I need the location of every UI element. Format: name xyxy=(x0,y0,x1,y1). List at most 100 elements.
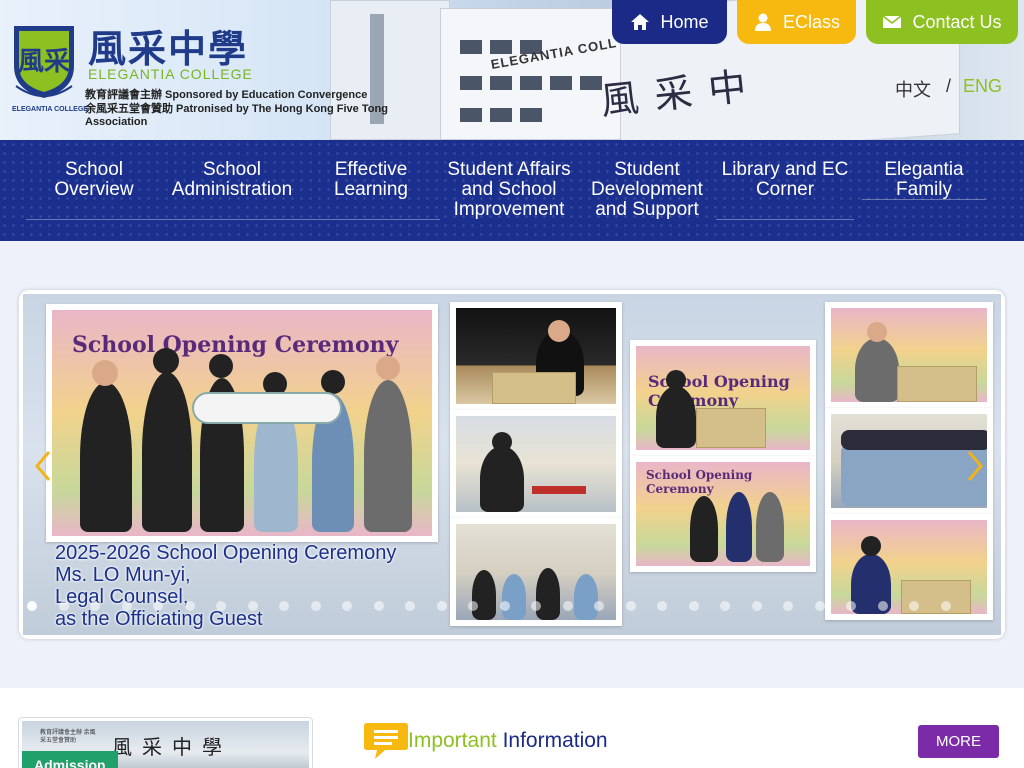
language-english-link[interactable]: ENG xyxy=(963,76,1002,97)
nav-divider xyxy=(302,219,440,220)
eclass-button[interactable]: EClass xyxy=(737,0,856,44)
carousel-dot[interactable] xyxy=(783,601,793,611)
carousel-prev-arrow-icon[interactable] xyxy=(33,450,53,482)
heading-part-information: Information xyxy=(502,729,608,752)
nav-divider xyxy=(26,219,162,220)
photo-banner-text: School Opening Ceremony xyxy=(72,332,399,358)
nav-label-line: School xyxy=(64,159,124,180)
nav-label-line: School xyxy=(202,159,262,180)
carousel-dot[interactable] xyxy=(216,601,226,611)
main-navigation: School Overview School Administration Ef… xyxy=(0,140,1024,241)
school-logo[interactable]: 風采 ELEGANTIA COLLEGE 風采中學 ELEGANTIA COLL… xyxy=(10,18,450,128)
heading-part-important: Important xyxy=(408,729,497,752)
nav-label-line: Learning xyxy=(334,179,408,200)
carousel-dot[interactable] xyxy=(247,601,258,611)
carousel-dot[interactable] xyxy=(594,601,604,611)
caption-line: Ms. LO Mun-yi, xyxy=(55,564,191,586)
nav-label-line: Student xyxy=(614,159,680,180)
home-button-label: Home xyxy=(660,11,709,32)
nav-label-line: Administration xyxy=(171,179,293,200)
carousel-dot[interactable] xyxy=(405,601,415,611)
carousel-dot[interactable] xyxy=(342,601,352,611)
carousel-dot[interactable] xyxy=(468,601,478,611)
language-separator: / xyxy=(946,76,952,96)
carousel-dot[interactable] xyxy=(531,601,541,611)
language-chinese-link[interactable]: 中文 xyxy=(895,76,931,102)
carousel-dot[interactable] xyxy=(90,601,100,611)
carousel-photo-podium xyxy=(450,302,622,410)
contact-us-button[interactable]: Contact Us xyxy=(866,0,1018,44)
carousel-dot[interactable] xyxy=(909,601,919,611)
nav-label-line: Student Affairs xyxy=(447,159,571,180)
nav-divider xyxy=(862,199,986,200)
home-button[interactable]: Home xyxy=(612,0,727,44)
nav-label-line: Improvement xyxy=(453,199,565,220)
envelope-icon xyxy=(882,15,902,28)
nav-school-administration[interactable]: School Administration xyxy=(162,159,302,220)
user-icon xyxy=(754,13,771,31)
carousel-pagination-dots xyxy=(19,601,1005,615)
header-banner: ELEGANTIA COLL 風采中 風采 ELEGANTIA COLLEGE … xyxy=(0,0,1024,140)
giant-key-prop xyxy=(192,392,342,424)
carousel-next-arrow-icon[interactable] xyxy=(965,450,985,482)
more-button[interactable]: MORE xyxy=(918,725,999,758)
nav-student-affairs[interactable]: Student Affairs and School Improvement xyxy=(440,160,578,220)
patron-line: 余風采五堂會贊助 Patronised by The Hong Kong Fiv… xyxy=(85,103,388,128)
carousel-photo-principal xyxy=(825,302,993,408)
admission-image: 教育評議會主辦 余風采五堂會贊助 風采中學 Admission xyxy=(22,721,309,768)
carousel-dot[interactable] xyxy=(58,601,69,611)
chat-bubble-icon xyxy=(364,723,408,759)
caption-line: 2025-2026 School Opening Ceremony xyxy=(55,542,397,564)
carousel-dot[interactable] xyxy=(814,601,825,611)
content-section: 教育評議會主辦 余風采五堂會贊助 風采中學 Admission Importan… xyxy=(0,688,1024,768)
nav-library-ec-corner[interactable]: Library and EC Corner xyxy=(716,160,854,220)
admission-sign-small: 教育評議會主辦 余風采五堂會贊助 xyxy=(40,730,96,744)
carousel-dot[interactable] xyxy=(846,601,856,611)
nav-label-line: and Support xyxy=(595,199,699,220)
carousel-dot[interactable] xyxy=(153,601,163,611)
nav-divider xyxy=(716,219,854,220)
contact-us-button-label: Contact Us xyxy=(912,11,1002,32)
carousel-photo-stage-speech: School Opening Ceremony xyxy=(630,340,816,456)
carousel-dot[interactable] xyxy=(310,601,321,611)
carousel-dot[interactable] xyxy=(657,601,667,611)
eclass-button-label: EClass xyxy=(782,11,840,32)
crest-label: ELEGANTIA COLLEGE xyxy=(12,106,88,113)
admission-label: Admission xyxy=(22,751,118,768)
photo-banner-text: School Opening Ceremony xyxy=(646,468,753,496)
nav-student-development[interactable]: Student Development and Support xyxy=(578,160,716,220)
carousel-dot[interactable] xyxy=(184,601,195,611)
carousel-dot[interactable] xyxy=(279,601,289,611)
slide-caption: 2025-2026 School Opening Ceremony Ms. LO… xyxy=(55,542,435,630)
carousel-dot[interactable] xyxy=(121,601,132,611)
nav-label-line: Corner xyxy=(755,179,815,200)
school-crest-icon: 風采 xyxy=(14,26,74,98)
nav-label-line: and School xyxy=(461,179,557,200)
carousel-dot[interactable] xyxy=(751,601,762,611)
important-information-heading: Important Information xyxy=(408,729,608,753)
carousel-photo-award: School Opening Ceremony xyxy=(630,456,816,572)
carousel-photo-library xyxy=(450,410,622,518)
carousel-dot[interactable] xyxy=(373,601,384,611)
carousel-dot[interactable] xyxy=(688,601,699,611)
admission-card[interactable]: 教育評議會主辦 余風采五堂會贊助 風采中學 Admission xyxy=(18,717,313,768)
nav-label-line: Development xyxy=(591,179,703,200)
nav-elegantia-family[interactable]: Elegantia Family xyxy=(854,160,994,200)
nav-effective-learning[interactable]: Effective Learning xyxy=(302,159,440,220)
carousel-dot[interactable] xyxy=(720,601,730,611)
logo-chinese-name: 風采中學 xyxy=(88,26,249,71)
nav-label-line: Effective xyxy=(334,159,408,180)
nav-label-line: Elegantia Family xyxy=(884,159,964,200)
carousel-dot[interactable] xyxy=(877,601,888,611)
carousel-dot[interactable] xyxy=(499,601,510,611)
photo-carousel[interactable]: School Opening Ceremony Opening School O… xyxy=(19,290,1005,639)
carousel-dot[interactable] xyxy=(27,601,37,611)
carousel-dot[interactable] xyxy=(436,601,447,611)
carousel-dot[interactable] xyxy=(562,601,573,611)
admission-sign-chinese: 風采中學 xyxy=(112,735,232,759)
nav-school-overview[interactable]: School Overview xyxy=(26,159,162,220)
nav-divider xyxy=(162,219,302,220)
carousel-photo-main: School Opening Ceremony xyxy=(46,304,438,542)
carousel-dot[interactable] xyxy=(940,601,951,611)
carousel-dot[interactable] xyxy=(625,601,636,611)
